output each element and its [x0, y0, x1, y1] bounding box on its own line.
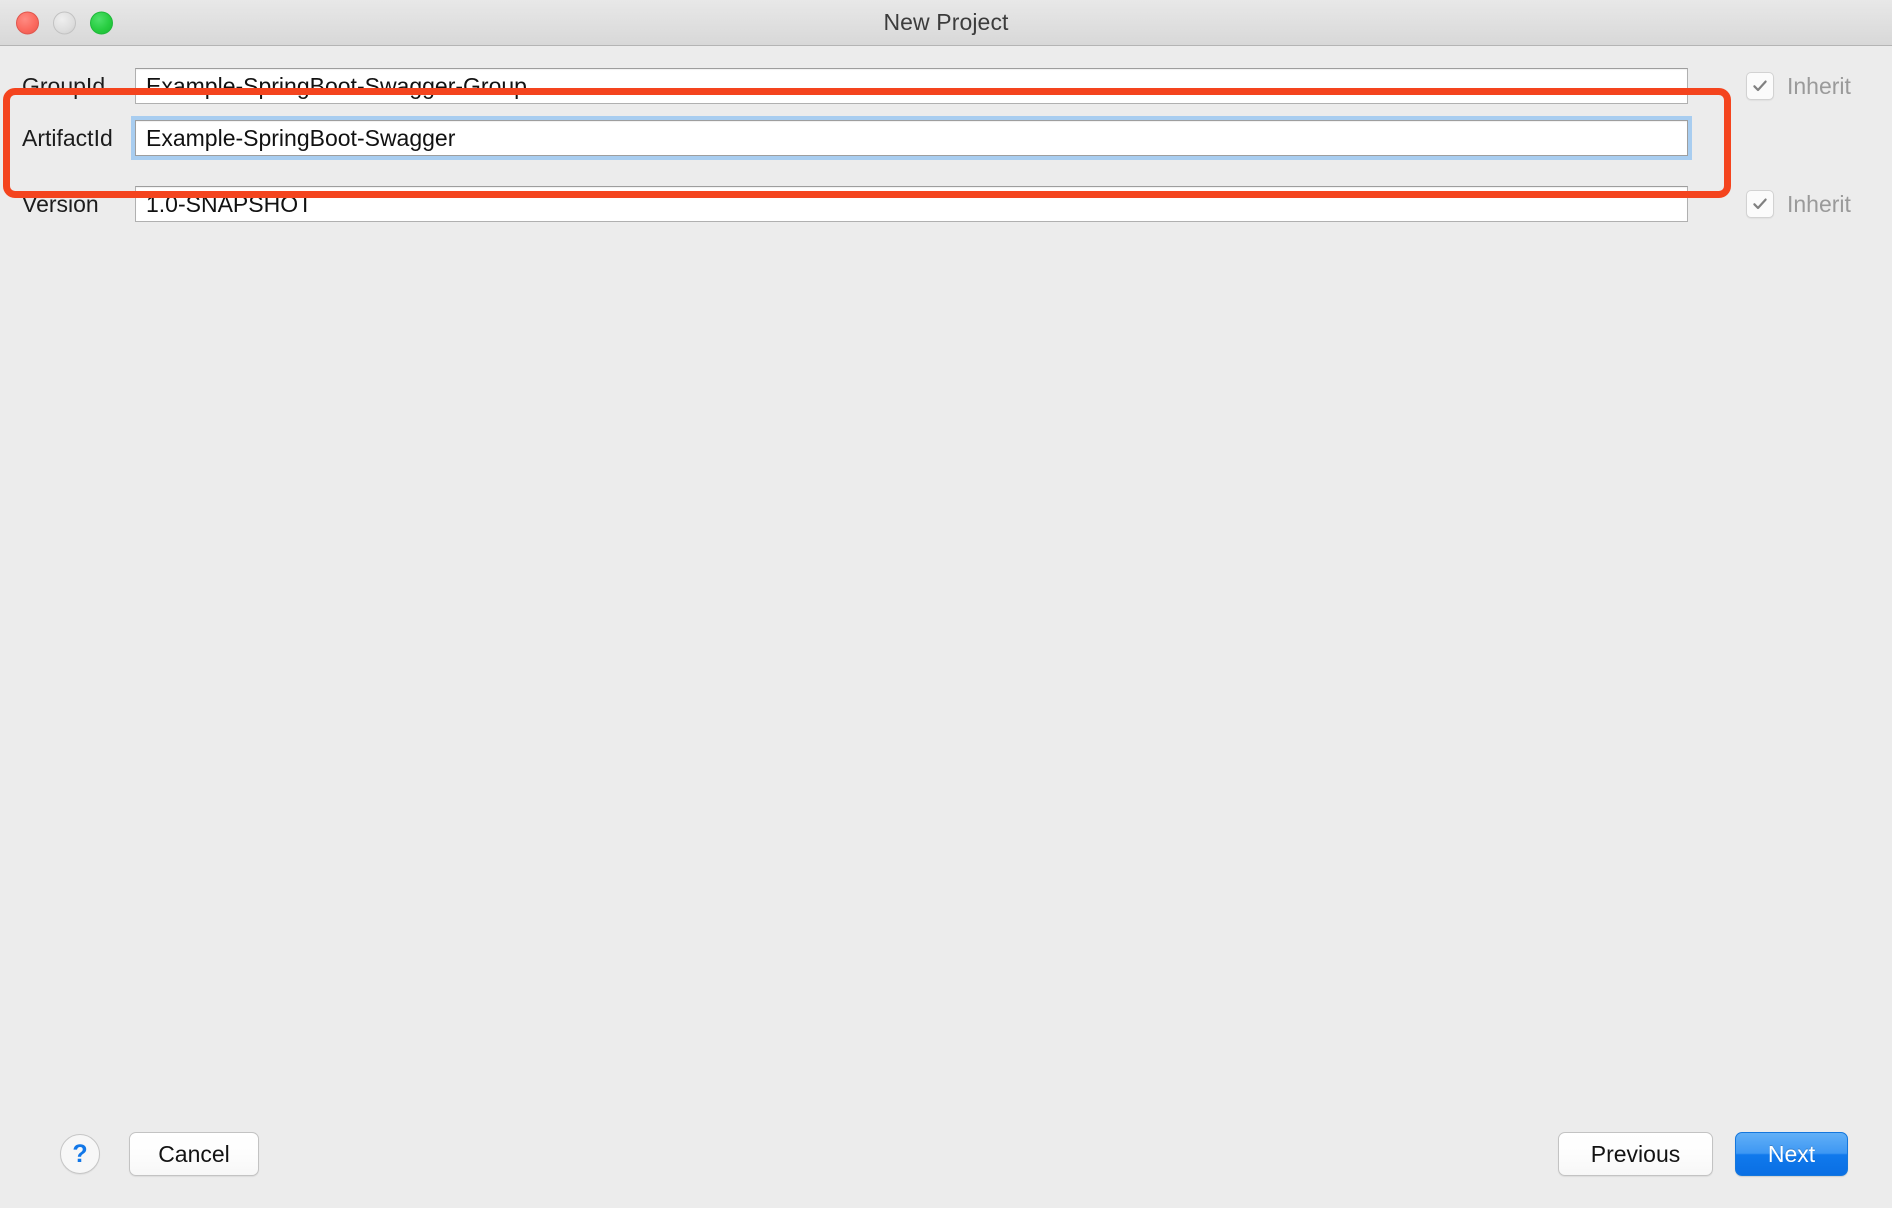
- button-bar-right: Previous Next: [1558, 1132, 1848, 1176]
- field-row-version: Version Inherit: [0, 178, 1892, 230]
- new-project-dialog: New Project GroupId Inherit Art: [0, 0, 1892, 1208]
- groupid-inherit-label: Inherit: [1787, 72, 1851, 99]
- dialog-button-bar: ? Cancel Previous Next: [0, 1100, 1892, 1208]
- window-title: New Project: [883, 9, 1009, 35]
- groupid-inherit-checkbox[interactable]: Inherit: [1746, 72, 1851, 100]
- version-input[interactable]: [135, 186, 1688, 222]
- dialog-content: GroupId Inherit ArtifactId Vers: [0, 46, 1892, 1208]
- previous-button[interactable]: Previous: [1558, 1132, 1713, 1176]
- button-bar-left: ? Cancel: [0, 1132, 259, 1176]
- cancel-button[interactable]: Cancel: [129, 1132, 259, 1176]
- checkmark-icon: [1746, 72, 1774, 100]
- help-icon[interactable]: ?: [60, 1134, 100, 1174]
- field-row-groupid: GroupId Inherit: [0, 60, 1892, 112]
- version-inherit-label: Inherit: [1787, 190, 1851, 217]
- checkmark-icon: [1746, 190, 1774, 218]
- close-window-button[interactable]: [16, 11, 39, 34]
- next-button[interactable]: Next: [1735, 1132, 1848, 1176]
- window-controls: [16, 11, 113, 34]
- version-label: Version: [22, 190, 99, 217]
- window-titlebar: New Project: [0, 0, 1892, 46]
- groupid-input[interactable]: [135, 68, 1688, 104]
- field-row-artifactid: ArtifactId: [0, 112, 1892, 164]
- artifactid-label: ArtifactId: [22, 124, 113, 151]
- artifactid-input[interactable]: [135, 120, 1688, 156]
- maximize-window-button[interactable]: [90, 11, 113, 34]
- version-inherit-checkbox[interactable]: Inherit: [1746, 190, 1851, 218]
- project-coordinates-form: GroupId Inherit ArtifactId Vers: [0, 46, 1892, 230]
- groupid-label: GroupId: [22, 72, 106, 99]
- minimize-window-button[interactable]: [53, 11, 76, 34]
